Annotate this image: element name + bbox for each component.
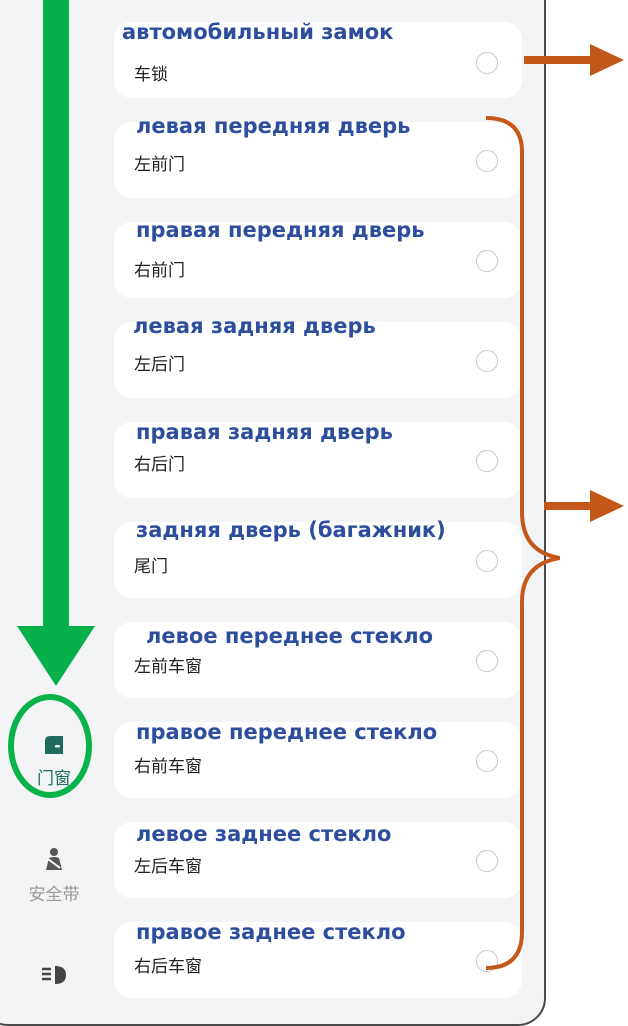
option-label: 左后门 [134,355,185,375]
translation-label: правое заднее стекло [136,920,406,944]
translation-label: левое переднее стекло [146,624,434,648]
green-arrow-shaft [43,0,69,628]
translation-label: правая передняя дверь [136,218,425,242]
translation-label: левое заднее стекло [136,822,392,846]
option-label: 左前门 [134,155,185,175]
sidebar-item-label: 安全带 [28,885,80,905]
sidebar-item-doors-windows[interactable]: 门窗 [14,732,94,789]
option-label: 车锁 [134,65,168,85]
translation-label: левая передняя дверь [136,114,411,138]
option-label: 右前车窗 [134,757,202,777]
translation-label: автомобильный замок [122,20,394,44]
orange-arrow-car-lock [524,44,624,76]
option-label: 左后车窗 [134,857,202,877]
orange-arrow-group [544,490,624,522]
headlight-icon [42,966,66,984]
orange-brace [485,116,560,970]
option-label: 左前车窗 [134,657,202,677]
translation-label: задняя дверь (багажник) [136,518,446,542]
sidebar-item-lights[interactable] [14,962,94,994]
option-label: 尾门 [134,557,168,577]
option-label: 右前门 [134,261,185,281]
sidebar-item-label: 门窗 [37,769,71,789]
option-label: 右后门 [134,455,185,475]
translation-label: левая задняя дверь [133,314,376,338]
translation-label: правое переднее стекло [136,720,438,744]
green-arrow-head [17,626,95,686]
radio-button[interactable] [476,52,498,74]
option-label: 右后车窗 [134,957,202,977]
car-door-icon [45,736,63,754]
seatbelt-person-icon [46,848,62,870]
sidebar-item-seatbelt[interactable]: 安全带 [14,846,94,905]
translation-label: правая задняя дверь [136,420,393,444]
